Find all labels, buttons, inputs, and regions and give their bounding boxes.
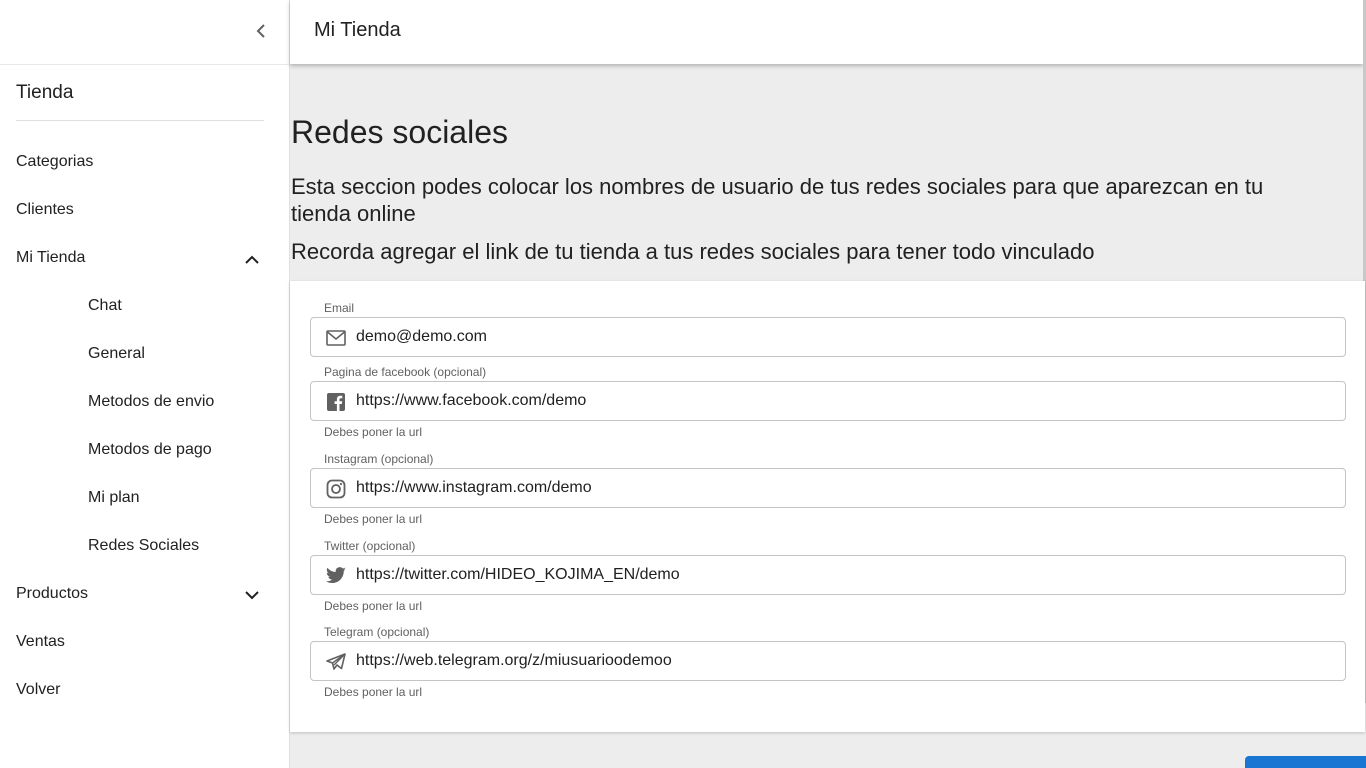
sidebar-item-label: General: [88, 345, 145, 362]
sidebar-header: [0, 0, 289, 65]
email-field-label: Email: [324, 301, 355, 315]
email-field-box: [310, 317, 1346, 357]
twitter-field-box: [310, 555, 1346, 595]
sidebar-item-label: Productos: [16, 585, 89, 602]
sidebar-item-label: Mi plan: [88, 489, 140, 506]
save-button[interactable]: [1245, 756, 1366, 768]
social-links-form: Email Pagina de facebook (opcional) Debe…: [290, 281, 1365, 732]
sidebar-item-ventas[interactable]: Ventas: [0, 618, 289, 666]
sidebar-store-title: Tienda: [16, 82, 74, 103]
facebook-field-label: Pagina de facebook (opcional): [324, 365, 487, 379]
twitter-input[interactable]: [356, 556, 1336, 594]
instagram-field-label: Instagram (opcional): [324, 452, 434, 466]
instagram-input[interactable]: [356, 469, 1336, 507]
sidebar-item-label: Mi Tienda: [16, 249, 86, 266]
facebook-field-box: [310, 381, 1346, 421]
sidebar-item-label: Metodos de pago: [88, 441, 212, 458]
sidebar-item-productos[interactable]: Productos: [0, 570, 289, 618]
sidebar-item-categorias[interactable]: Categorias: [0, 138, 289, 186]
page-title: Redes sociales: [291, 114, 508, 150]
sidebar-item-metodos-de-pago[interactable]: Metodos de pago: [0, 426, 289, 474]
sidebar: Tienda Categorias Clientes Mi Tienda Cha…: [0, 0, 290, 768]
sidebar-item-label: Clientes: [16, 201, 74, 218]
twitter-icon: [325, 565, 347, 587]
email-input[interactable]: [356, 318, 1336, 356]
telegram-icon: [325, 651, 347, 673]
sidebar-item-chat[interactable]: Chat: [0, 282, 289, 330]
sidebar-item-clientes[interactable]: Clientes: [0, 186, 289, 234]
facebook-helper-text: Debes poner la url: [324, 425, 423, 439]
instagram-field-box: [310, 468, 1346, 508]
facebook-input[interactable]: [356, 382, 1336, 420]
divider: [16, 120, 264, 121]
sidebar-item-label: Ventas: [16, 633, 65, 650]
sidebar-item-redes-sociales[interactable]: Redes Sociales: [0, 522, 289, 570]
sidebar-item-mi-tienda[interactable]: Mi Tienda: [0, 234, 289, 282]
sidebar-item-label: Categorias: [16, 153, 94, 170]
sidebar-item-general[interactable]: General: [0, 330, 289, 378]
telegram-field-box: [310, 641, 1346, 681]
chevron-down-icon: [243, 586, 261, 604]
sidebar-item-label: Metodos de envio: [88, 393, 215, 410]
section-description: Esta seccion podes colocar los nombres d…: [291, 174, 1264, 226]
sidebar-item-label: Redes Sociales: [88, 537, 200, 554]
twitter-field-label: Twitter (opcional): [324, 539, 416, 553]
twitter-helper-text: Debes poner la url: [324, 599, 423, 613]
app-bar-title: Mi Tienda: [314, 19, 401, 41]
sidebar-item-mi-plan[interactable]: Mi plan: [0, 474, 289, 522]
mail-icon: [325, 327, 347, 349]
sidebar-item-volver[interactable]: Volver: [0, 666, 289, 714]
facebook-icon: [325, 391, 347, 413]
telegram-input[interactable]: [356, 642, 1336, 680]
section-reminder: Recorda agregar el link de tu tienda a t…: [291, 239, 1095, 264]
sidebar-item-label: Volver: [16, 681, 61, 698]
telegram-helper-text: Debes poner la url: [324, 685, 423, 699]
sidebar-item-metodos-de-envio[interactable]: Metodos de envio: [0, 378, 289, 426]
sidebar-item-label: Chat: [88, 297, 122, 314]
collapse-sidebar-button[interactable]: [250, 20, 272, 42]
telegram-field-label: Telegram (opcional): [324, 625, 430, 639]
instagram-icon: [325, 478, 347, 500]
chevron-left-icon: [256, 24, 265, 38]
chevron-up-icon: [243, 250, 261, 268]
instagram-helper-text: Debes poner la url: [324, 512, 423, 526]
app-bar: Mi Tienda: [290, 0, 1363, 64]
